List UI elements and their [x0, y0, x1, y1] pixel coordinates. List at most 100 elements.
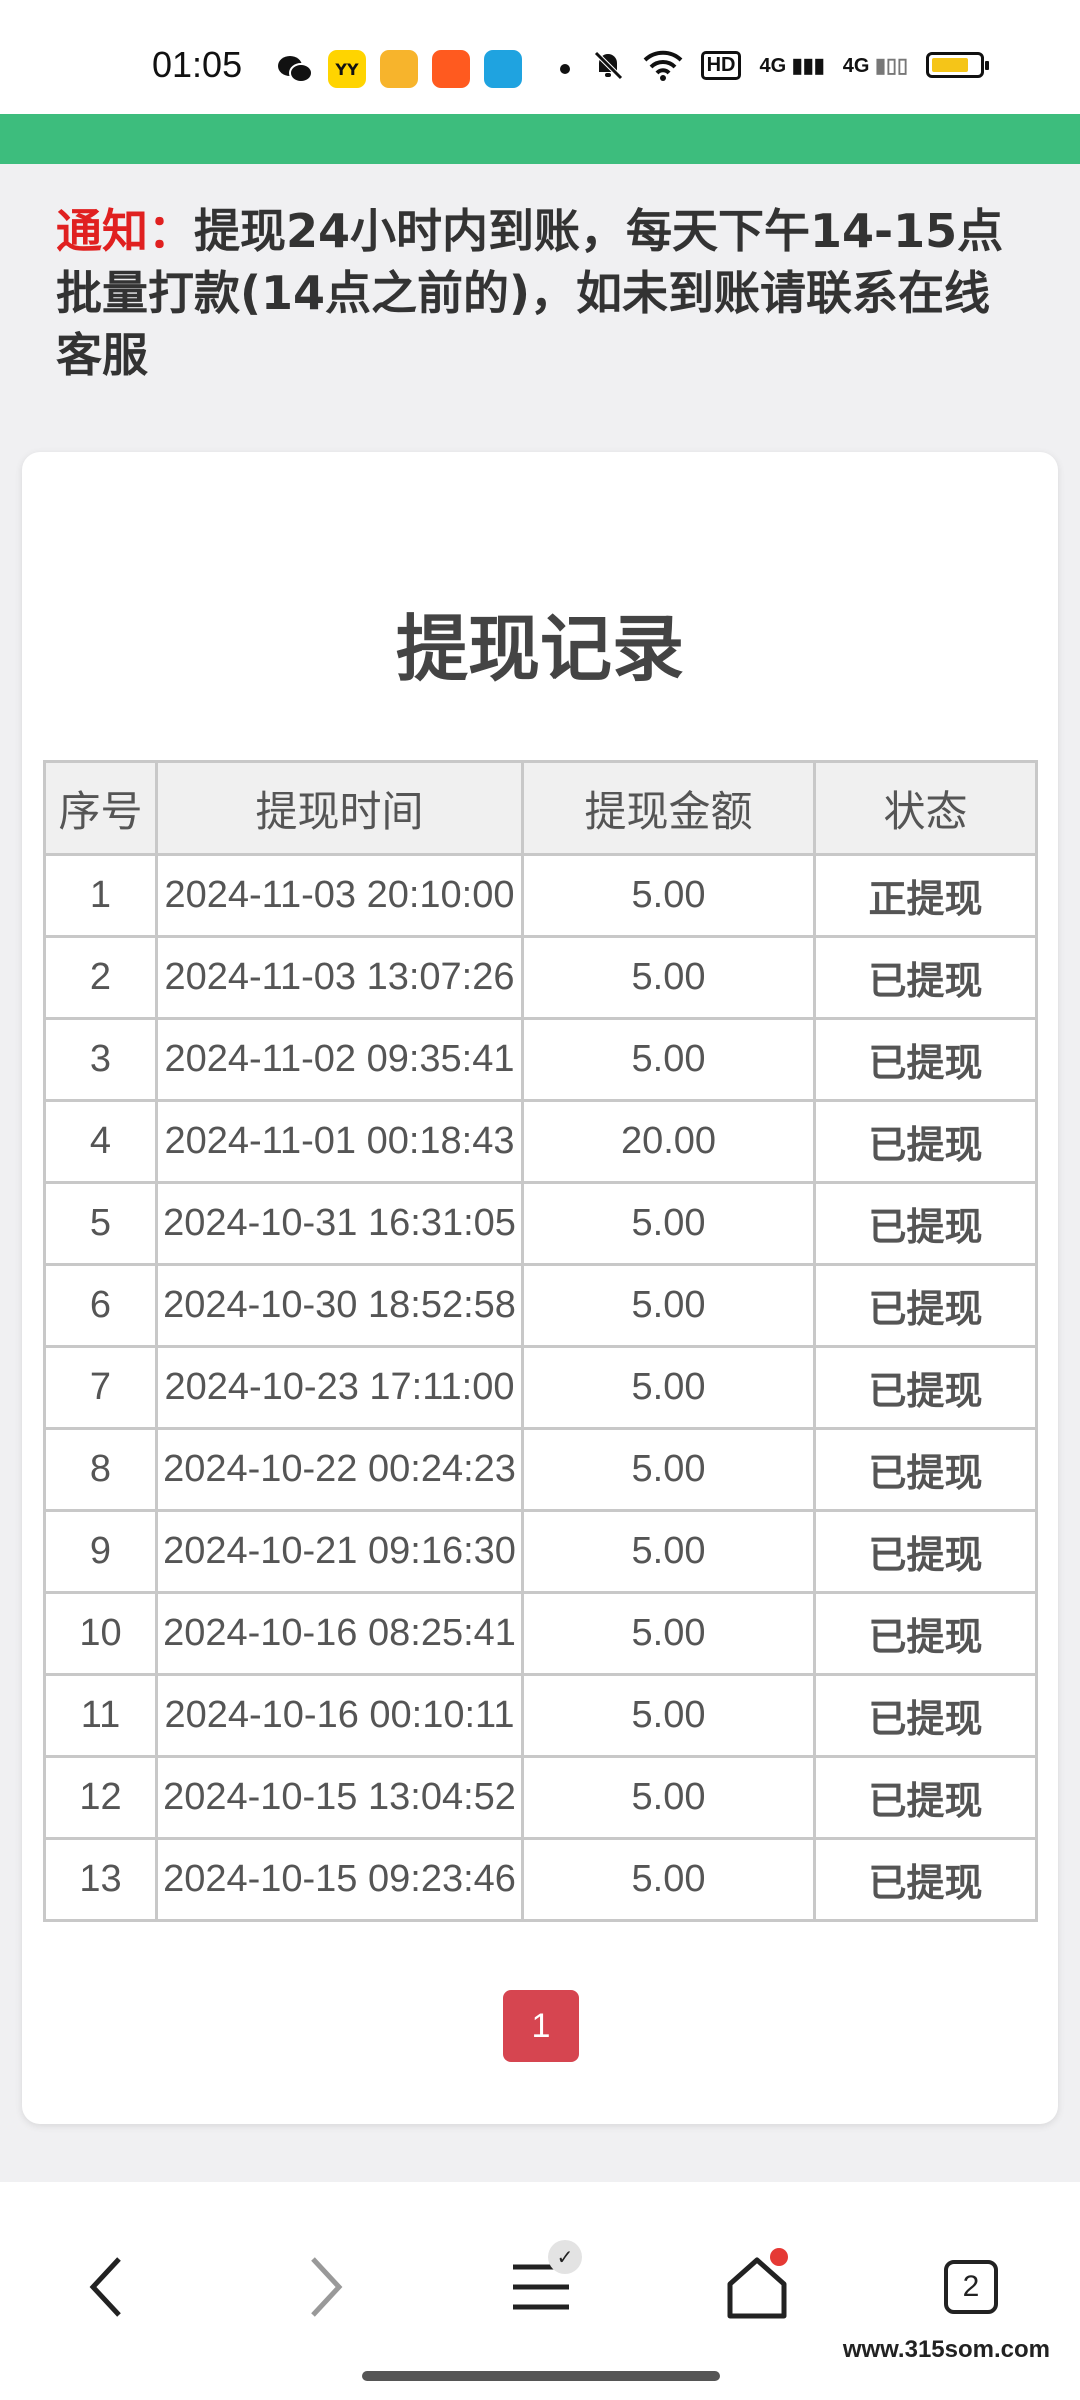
back-button[interactable] [62, 2242, 152, 2332]
cell-status: 已提现 [813, 1099, 1038, 1184]
home-notification-badge [770, 2248, 788, 2266]
forward-arrow-icon [311, 2257, 343, 2317]
signal-1-icon: 4G ▮▮▮ [759, 54, 825, 77]
cell-amount: 5.00 [521, 1673, 816, 1758]
header-status: 状态 [813, 760, 1038, 856]
cell-time: 2024-10-22 00:24:23 [155, 1427, 524, 1512]
cell-time: 2024-10-16 08:25:41 [155, 1591, 524, 1676]
table-row: 5 2024-10-31 16:31:05 5.00 已提现 [43, 1181, 1038, 1266]
cell-time: 2024-11-03 20:10:00 [155, 853, 524, 938]
cell-no: 6 [43, 1263, 158, 1348]
kuaishou-icon [432, 50, 470, 88]
notification-icons: YY [276, 50, 570, 88]
cell-status: 已提现 [813, 1017, 1038, 1102]
status-bar: 01:05 YY HD 4G ▮▮▮ 4G ▮▯▯ [0, 0, 1080, 114]
cell-status: 正提现 [813, 853, 1038, 938]
cell-no: 11 [43, 1673, 158, 1758]
cell-no: 5 [43, 1181, 158, 1266]
hd-label: HD [700, 50, 742, 80]
cell-no: 7 [43, 1345, 158, 1430]
cell-amount: 5.00 [521, 1263, 816, 1348]
cell-amount: 5.00 [521, 1837, 816, 1922]
records-card: 提现记录 序号 提现时间 提现金额 状态 1 2024-11-03 20:10:0… [22, 452, 1058, 2124]
cell-amount: 5.00 [521, 1755, 816, 1840]
mute-bell-icon [593, 51, 623, 80]
back-arrow-icon [89, 2257, 121, 2317]
cell-no: 12 [43, 1755, 158, 1840]
home-button[interactable] [712, 2242, 802, 2332]
cell-time: 2024-10-23 17:11:00 [155, 1345, 524, 1430]
table-row: 9 2024-10-21 09:16:30 5.00 已提现 [43, 1509, 1038, 1594]
cell-time: 2024-11-02 09:35:41 [155, 1017, 524, 1102]
cell-status: 已提现 [813, 1837, 1038, 1922]
cell-status: 已提现 [813, 935, 1038, 1020]
more-notifications-icon [560, 64, 570, 74]
header-amount: 提现金额 [521, 760, 816, 856]
cell-amount: 5.00 [521, 1345, 816, 1430]
table-row: 7 2024-10-23 17:11:00 5.00 已提现 [43, 1345, 1038, 1430]
watermark: www.315som.com [842, 2336, 1050, 2363]
cell-status: 已提现 [813, 1591, 1038, 1676]
cell-status: 已提现 [813, 1181, 1038, 1266]
forward-button[interactable] [280, 2242, 370, 2332]
cell-amount: 5.00 [521, 935, 816, 1020]
cell-time: 2024-11-01 00:18:43 [155, 1099, 524, 1184]
wechat-icon [276, 50, 314, 88]
cell-no: 3 [43, 1017, 158, 1102]
notice-label: 通知： [56, 204, 194, 258]
header-bar [0, 114, 1080, 164]
page-title: 提现记录 [395, 607, 684, 691]
battery-icon [926, 52, 989, 78]
header-no: 序号 [43, 760, 158, 856]
cell-status: 已提现 [813, 1345, 1038, 1430]
cell-amount: 5.00 [521, 1427, 816, 1512]
tabs-icon: 2 [944, 2260, 998, 2314]
table-row: 4 2024-11-01 00:18:43 20.00 已提现 [43, 1099, 1038, 1184]
cell-status: 已提现 [813, 1263, 1038, 1348]
cell-status: 已提现 [813, 1673, 1038, 1758]
cell-amount: 5.00 [521, 1181, 816, 1266]
cell-no: 9 [43, 1509, 158, 1594]
cell-time: 2024-10-21 09:16:30 [155, 1509, 524, 1594]
cell-time: 2024-10-15 13:04:52 [155, 1755, 524, 1840]
withdraw-records-table: 序号 提现时间 提现金额 状态 1 2024-11-03 20:10:00 5.00… [43, 760, 1038, 1922]
menu-button[interactable]: ✓ [496, 2240, 586, 2332]
cell-amount: 20.00 [521, 1099, 816, 1184]
signal-2-icon: 4G ▮▯▯ [842, 54, 908, 77]
cell-time: 2024-11-03 13:07:26 [155, 935, 524, 1020]
cell-status: 已提现 [813, 1509, 1038, 1594]
table-row: 11 2024-10-16 00:10:11 5.00 已提现 [43, 1673, 1038, 1758]
cell-no: 10 [43, 1591, 158, 1676]
check-badge-icon: ✓ [548, 2240, 582, 2274]
news-app-icon [484, 50, 522, 88]
page-button-1[interactable]: 1 [503, 1990, 579, 2062]
status-time: 01:05 [152, 44, 243, 85]
video-app-icon [380, 50, 418, 88]
system-icons: HD 4G ▮▮▮ 4G ▮▯▯ [591, 48, 989, 82]
table-row: 6 2024-10-30 18:52:58 5.00 已提现 [43, 1263, 1038, 1348]
header-time: 提现时间 [155, 760, 524, 856]
cell-no: 4 [43, 1099, 158, 1184]
home-indicator[interactable] [362, 2371, 720, 2381]
browser-bottom-nav: ✓ 2 www.315som.com [0, 2182, 1080, 2400]
wifi-icon [643, 50, 682, 81]
cell-status: 已提现 [813, 1427, 1038, 1512]
cell-amount: 5.00 [521, 853, 816, 938]
cell-amount: 5.00 [521, 1509, 816, 1594]
tabs-button[interactable]: 2 [926, 2242, 1016, 2332]
table-row: 1 2024-11-03 20:10:00 5.00 正提现 [43, 853, 1038, 938]
cell-time: 2024-10-15 09:23:46 [155, 1837, 524, 1922]
table-row: 10 2024-10-16 08:25:41 5.00 已提现 [43, 1591, 1038, 1676]
cell-no: 13 [43, 1837, 158, 1922]
table-row: 12 2024-10-15 13:04:52 5.00 已提现 [43, 1755, 1038, 1840]
cell-amount: 5.00 [521, 1017, 816, 1102]
cell-time: 2024-10-31 16:31:05 [155, 1181, 524, 1266]
table-header-row: 序号 提现时间 提现金额 状态 [43, 760, 1038, 856]
cell-no: 2 [43, 935, 158, 1020]
notice: 通知：提现24小时内到账，每天下午14-15点批量打款(14点之前的)，如未到账… [56, 200, 1036, 386]
yy-app-icon: YY [328, 50, 366, 88]
table-row: 3 2024-11-02 09:35:41 5.00 已提现 [43, 1017, 1038, 1102]
cell-amount: 5.00 [521, 1591, 816, 1676]
cell-time: 2024-10-16 00:10:11 [155, 1673, 524, 1758]
notice-text: 提现24小时内到账，每天下午14-15点批量打款(14点之前的)，如未到账请联系… [56, 204, 1004, 382]
